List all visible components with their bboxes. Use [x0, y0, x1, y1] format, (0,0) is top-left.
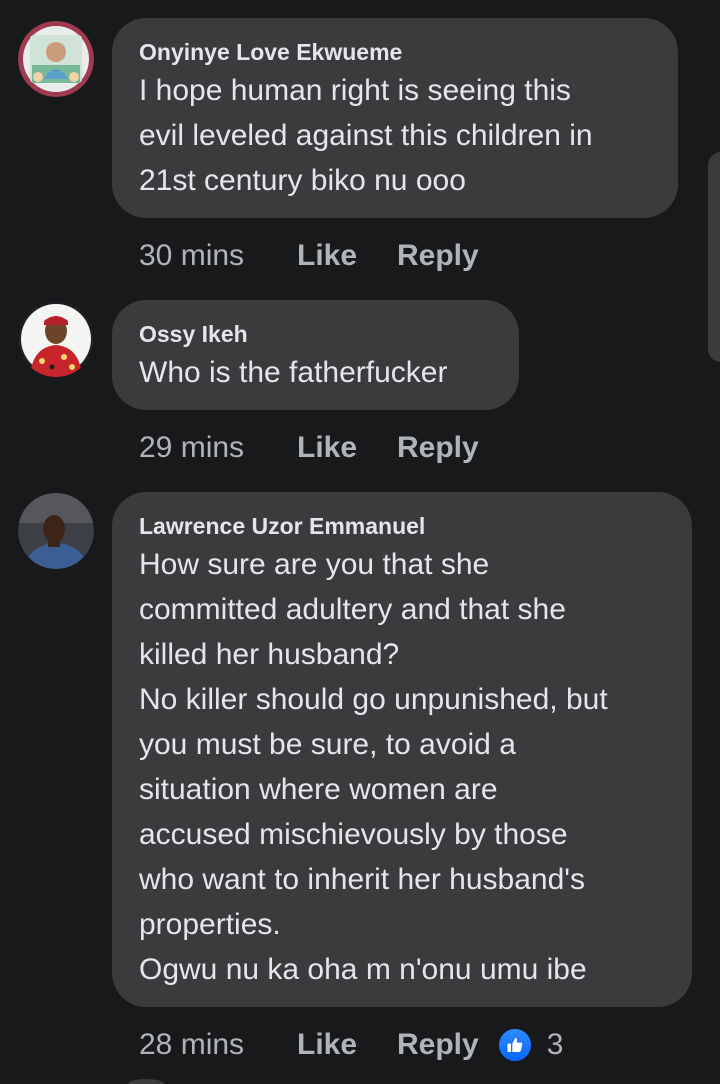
- comment-author[interactable]: Lawrence Uzor Emmanuel: [139, 512, 666, 540]
- comment-text: I hope human right is seeing this evil l…: [139, 74, 593, 197]
- comment-timestamp[interactable]: 29 mins: [139, 431, 297, 465]
- avatar[interactable]: [18, 493, 94, 569]
- comment-bubble[interactable]: Lawrence Uzor Emmanuel How sure are you …: [112, 492, 692, 1007]
- comment-text: Who is the fatherfucker: [139, 356, 448, 389]
- reply-button[interactable]: Reply: [397, 431, 479, 465]
- reaction-count: 3: [546, 1028, 564, 1061]
- thumbs-up-icon: [496, 1027, 533, 1063]
- comment-timestamp[interactable]: 28 mins: [139, 1028, 297, 1062]
- child-photo-avatar-icon: [18, 21, 94, 97]
- reaction-summary[interactable]: 3: [496, 1027, 564, 1063]
- side-panel-edge[interactable]: [708, 152, 720, 362]
- comment-actions: 28 mins Like Reply 3: [139, 1025, 563, 1065]
- comment-timestamp[interactable]: 30 mins: [139, 239, 297, 273]
- comment-author[interactable]: Onyinye Love Ekwueme: [139, 38, 652, 66]
- comment-actions: 30 mins Like Reply: [139, 236, 497, 276]
- like-button[interactable]: Like: [297, 431, 397, 465]
- comment-actions: 29 mins Like Reply: [139, 428, 497, 468]
- man-red-attire-avatar-icon: [18, 301, 94, 377]
- man-blue-shirt-avatar-icon: [18, 493, 94, 569]
- reply-button[interactable]: Reply: [397, 1028, 479, 1062]
- like-button[interactable]: Like: [297, 239, 397, 273]
- like-button[interactable]: Like: [297, 1028, 397, 1062]
- comment-bubble[interactable]: Onyinye Love Ekwueme I hope human right …: [112, 18, 678, 218]
- comments-screen: Onyinye Love Ekwueme I hope human right …: [0, 0, 720, 1084]
- comment-text: How sure are you that she committed adul…: [139, 548, 608, 986]
- reply-button[interactable]: Reply: [397, 239, 479, 273]
- avatar[interactable]: [18, 21, 94, 97]
- comment-bubble[interactable]: Ossy Ikeh Who is the fatherfucker: [112, 300, 519, 410]
- next-avatar-peek: [128, 1079, 164, 1084]
- comment-author[interactable]: Ossy Ikeh: [139, 320, 493, 348]
- avatar[interactable]: [18, 301, 94, 377]
